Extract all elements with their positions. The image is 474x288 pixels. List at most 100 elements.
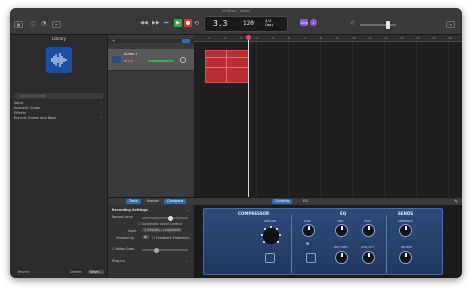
count-in-badge[interactable]: 1234	[300, 19, 308, 26]
tab-eq[interactable]: EQ	[300, 199, 311, 204]
track-volume-slider[interactable]	[148, 60, 174, 62]
tab-track[interactable]: Track	[126, 199, 142, 204]
ruler-mark: 8	[320, 36, 322, 40]
go-to-start-button[interactable]: ⏮	[164, 20, 169, 26]
logic-window: Untitled - Tracks ▦ ⓘ ◔ ✂ ◀◀ ▶▶ ⏮ ▶ ⟲ 3.…	[10, 8, 462, 278]
record-level-label: Record Level	[112, 215, 134, 219]
audio-region[interactable]	[205, 50, 249, 83]
save-button[interactable]: Save...	[88, 270, 104, 274]
volume-icon: ◁	[350, 20, 354, 26]
feedback-label: Feedback Protection	[156, 236, 190, 240]
high-label: HIGH	[364, 219, 372, 223]
tab-controls[interactable]: Controls	[272, 199, 293, 204]
grid-line	[384, 42, 385, 197]
playhead[interactable]	[248, 35, 249, 197]
playhead-marker-icon[interactable]	[246, 35, 251, 40]
eq-mid-freq-knob[interactable]	[335, 251, 348, 264]
compressor-amount-knob[interactable]	[260, 225, 282, 247]
record-level-slider[interactable]	[142, 215, 188, 221]
delete-button[interactable]: Delete	[70, 270, 82, 274]
noise-gate-slider[interactable]	[142, 247, 188, 253]
play-button[interactable]: ▶	[174, 19, 182, 27]
lcd-display[interactable]: 3.3 120 4/4 Cmaj	[204, 16, 288, 32]
lcd-tempo: 120	[243, 20, 254, 27]
section-divider	[386, 215, 387, 273]
loop-browser-icon[interactable]: ∞	[446, 21, 455, 28]
add-track-icon[interactable]: +	[112, 38, 115, 43]
control-bar: ▦ ⓘ ◔ ✂ ◀◀ ▶▶ ⏮ ▶ ⟲ 3.3 120 4/4 Cmaj 123…	[10, 14, 462, 35]
ambience-label: AMBIENCE	[398, 219, 413, 223]
feedback-checkbox[interactable]: ☐ Feedback Protection	[152, 236, 189, 240]
library-item-label: Electric Guitar and Bass	[14, 116, 56, 120]
monitoring-button[interactable]: ◉	[142, 235, 149, 239]
noise-gate-checkbox[interactable]: ☐ Noise Gate	[112, 247, 134, 251]
tab-compare[interactable]: Compare	[164, 199, 186, 204]
ruler-mark: 6	[288, 36, 290, 40]
eq-high-knob[interactable]	[362, 224, 375, 237]
chevron-right-icon[interactable]: ›	[186, 259, 187, 263]
eq-mid-knob[interactable]	[335, 224, 348, 237]
compressor-power-icon[interactable]	[265, 253, 275, 263]
track-filter-icon[interactable]	[182, 39, 190, 43]
waveform-icon	[46, 47, 72, 73]
compressor-title: COMPRESSOR	[238, 211, 270, 216]
chevron-down-icon[interactable]: ⌄	[186, 208, 189, 212]
auto-level-label: Automatic Level Control	[142, 222, 182, 226]
track-name[interactable]: Audio 1	[124, 52, 137, 56]
ruler-mark: 5	[272, 36, 274, 40]
library-search-input[interactable]: Search Sounds	[14, 93, 104, 99]
record-enable-button[interactable]: ●	[130, 59, 133, 63]
library-toggle-icon[interactable]: ▦	[14, 21, 23, 28]
eq-low-knob[interactable]	[302, 224, 315, 237]
help-icon[interactable]: ⓘ	[30, 20, 36, 29]
forward-button[interactable]: ▶▶	[152, 20, 160, 26]
ambience-knob[interactable]	[399, 224, 412, 237]
metronome-icon[interactable]: ♩	[310, 19, 317, 26]
record-level-thumb[interactable]	[168, 215, 173, 221]
eq-led-indicator	[306, 242, 309, 245]
region-line	[226, 51, 227, 82]
grid-line	[320, 42, 321, 197]
tab-master[interactable]: Master	[144, 199, 162, 204]
volume-slider-thumb[interactable]	[386, 21, 390, 29]
revert-button[interactable]: Revert	[18, 270, 29, 274]
cycle-icon[interactable]: ⟲	[194, 20, 199, 27]
ruler-mark: 13	[400, 36, 404, 40]
input-label: Input	[128, 229, 137, 233]
ruler-mark: 15	[432, 36, 436, 40]
lcd-position: 3.3	[213, 19, 228, 28]
grid-line	[256, 42, 257, 197]
library-item-label: Voice	[14, 101, 24, 105]
region-line	[206, 67, 248, 68]
auto-level-checkbox[interactable]: ☐ Automatic Level Control	[138, 222, 182, 226]
rewind-button[interactable]: ◀◀	[140, 20, 148, 26]
chevron-right-icon: ›	[100, 116, 102, 120]
noise-gate-label: Noise Gate	[116, 247, 135, 251]
master-volume-slider[interactable]	[360, 21, 396, 29]
record-button[interactable]	[184, 19, 192, 27]
noise-gate-thumb[interactable]	[154, 247, 159, 253]
smart-controls-icon[interactable]: ◔	[41, 20, 46, 27]
ruler[interactable]: 1 2 3 4 5 6 7 8 9 10 11 12 13 14 15 16	[194, 35, 462, 42]
eq-low-cut-knob[interactable]	[362, 251, 375, 264]
ruler-mark: 3	[240, 36, 242, 40]
grid-line	[448, 42, 449, 197]
library-item-label: Acoustic Guitar	[14, 106, 41, 110]
ruler-mark: 9	[336, 36, 338, 40]
library-title: Library	[52, 36, 66, 41]
pan-knob[interactable]	[180, 57, 186, 63]
library-item-electric-guitar-bass[interactable]: Electric Guitar and Bass ›	[14, 116, 102, 121]
track-row[interactable]: Audio 1 M S ●	[108, 49, 194, 71]
reverb-knob[interactable]	[399, 251, 412, 264]
mute-button[interactable]: M	[124, 59, 127, 63]
tracks-area[interactable]: 1 2 3 4 5 6 7 8 9 10 11 12 13 14 15 16	[194, 35, 462, 197]
eq-power-icon[interactable]	[306, 253, 316, 263]
grid-line	[352, 42, 353, 197]
mid-label: MID	[338, 219, 344, 223]
mid-freq-label: MID FREQ	[334, 245, 348, 249]
grid-line	[288, 42, 289, 197]
editors-toggle-icon[interactable]: ✂	[52, 21, 61, 28]
library-panel: Library Search Sounds Voice › Acoustic Gu…	[10, 35, 108, 278]
monitoring-label: Monitoring	[116, 236, 134, 240]
input-select[interactable]: 1 (MacBo... crophone)	[142, 228, 183, 232]
